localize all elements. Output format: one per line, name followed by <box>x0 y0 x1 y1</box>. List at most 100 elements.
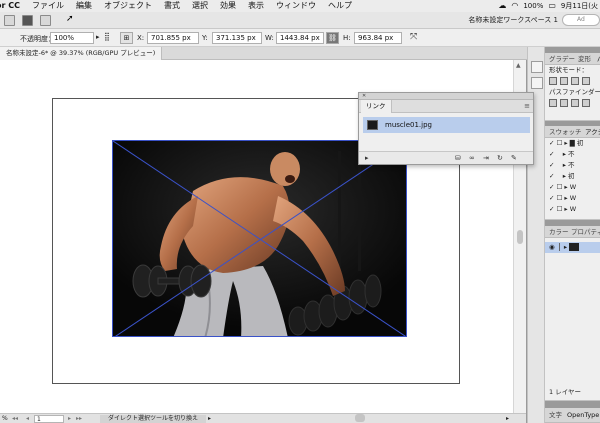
action-row[interactable]: ✓ ☐ ▸ W <box>545 204 600 215</box>
tab-opentype[interactable]: OpenType <box>567 408 599 423</box>
links-panel-titlebar[interactable]: ✕ <box>359 93 533 100</box>
go-to-link-icon[interactable]: ⇥ <box>483 152 489 165</box>
placed-image-muscle01[interactable] <box>112 140 407 337</box>
tab-character[interactable]: 文字 <box>549 408 562 423</box>
check-icon[interactable]: ✓ <box>549 150 554 158</box>
menu-help[interactable]: ヘルプ <box>322 0 358 12</box>
scroll-up-icon[interactable]: ▲ <box>516 62 521 69</box>
show-link-info-icon[interactable]: ▸ <box>365 152 369 165</box>
intersect-icon[interactable] <box>571 77 579 85</box>
checkbox-icon[interactable]: ☐ <box>557 194 563 202</box>
close-icon[interactable]: ✕ <box>362 93 366 100</box>
action-row[interactable]: ✓ ☐ ▸ W <box>545 182 600 193</box>
layer-row[interactable]: ◉ ▸ <box>545 242 600 253</box>
tab-properties[interactable]: プロパティ <box>571 226 600 238</box>
document-tab[interactable]: 名称未設定-6* @ 39.37% (RGB/GPU プレビュー) <box>0 47 163 60</box>
menu-bar: or CC ファイル 編集 オブジェクト 書式 選択 効果 表示 ウィンドウ ヘ… <box>0 0 600 12</box>
zoom-level[interactable]: % <box>2 415 8 423</box>
links-tab[interactable]: リンク <box>361 100 392 113</box>
checkbox-icon[interactable]: ☐ <box>557 205 563 213</box>
tab-actions[interactable]: アクシ <box>585 126 600 138</box>
menu-select[interactable]: 選択 <box>186 0 214 12</box>
checkbox-icon[interactable]: ☐ <box>557 183 563 191</box>
last-artboard-icon[interactable]: ▸▸ <box>76 415 82 423</box>
check-icon[interactable]: ✓ <box>549 161 554 169</box>
opacity-field[interactable]: 100% <box>50 32 94 44</box>
link-item[interactable]: muscle01.jpg <box>363 117 530 133</box>
check-icon[interactable]: ✓ <box>549 194 554 202</box>
links-panel[interactable]: ✕ リンク ≡ muscle01.jpg ▸ ⛁ ∞ ⇥ ↻ ✎ <box>358 92 534 165</box>
battery-icon[interactable]: ▭ <box>548 0 556 12</box>
opacity-dropdown-icon[interactable]: ▸ <box>96 33 100 41</box>
home-icon[interactable] <box>4 15 15 26</box>
relink-icon[interactable]: ∞ <box>469 152 475 165</box>
check-icon[interactable]: ✓ <box>549 183 554 191</box>
tab-transform[interactable]: 変形 <box>578 53 591 65</box>
bridge-icon[interactable] <box>22 15 33 26</box>
document-tab-bar: 名称未設定-6* @ 39.37% (RGB/GPU プレビュー) <box>0 47 528 60</box>
checkbox-icon[interactable]: ☐ <box>557 139 563 147</box>
tab-gradient[interactable]: グラデー <box>549 53 575 65</box>
tab-swatches[interactable]: スウォッチ <box>549 126 582 138</box>
x-field[interactable]: 701.855 px <box>147 32 199 44</box>
action-row[interactable]: ✓ ☐ ▸ ▇ 初 <box>545 138 600 149</box>
wifi-icon[interactable]: ◠ <box>511 0 518 12</box>
shape-mode-buttons <box>545 76 600 87</box>
status-arrow-icon[interactable]: ▸ <box>208 415 211 423</box>
workspace-switcher[interactable]: 名称未設定ワークスペース 1 <box>468 15 558 25</box>
creative-cloud-icon[interactable]: ☁ <box>498 0 506 12</box>
arrange-documents-icon[interactable] <box>40 15 51 26</box>
update-link-icon[interactable]: ↻ <box>497 152 503 165</box>
merge-icon[interactable] <box>571 99 579 107</box>
check-icon[interactable]: ✓ <box>549 172 554 180</box>
exclude-icon[interactable] <box>582 77 590 85</box>
action-row[interactable]: ✓ ☐ ▸ W <box>545 193 600 204</box>
tab-color[interactable]: カラー <box>549 226 569 238</box>
action-row[interactable]: ✓ ▸ 初 <box>545 171 600 182</box>
menu-file[interactable]: ファイル <box>26 0 70 12</box>
panel-icon-2[interactable] <box>531 77 543 89</box>
menu-effect[interactable]: 効果 <box>214 0 242 12</box>
constrain-proportions-icon[interactable]: ⛓ <box>326 32 339 44</box>
edit-original-icon[interactable]: ✎ <box>511 152 517 165</box>
search-adobe-stock-input[interactable]: Ad <box>562 14 600 26</box>
minus-front-icon[interactable] <box>560 77 568 85</box>
first-artboard-icon[interactable]: ◂◂ <box>12 415 18 423</box>
prev-artboard-icon[interactable]: ◂ <box>26 415 29 423</box>
align-icon[interactable]: ⣿ <box>104 32 110 41</box>
action-row[interactable]: ✓ ▸ 不 <box>545 160 600 171</box>
vertical-scroll-thumb[interactable] <box>517 230 523 244</box>
horizontal-scroll-thumb[interactable] <box>355 414 365 422</box>
embed-icon[interactable]: ⛁ <box>455 152 461 165</box>
expand-arrow-icon[interactable]: ▸ <box>564 243 567 251</box>
y-field[interactable]: 371.135 px <box>212 32 262 44</box>
unite-icon[interactable] <box>549 77 557 85</box>
trim-icon[interactable] <box>560 99 568 107</box>
menu-type[interactable]: 書式 <box>158 0 186 12</box>
panel-menu-icon[interactable]: ≡ <box>524 100 530 113</box>
check-icon[interactable]: ✓ <box>549 205 554 213</box>
clock[interactable]: 9月11日(火 <box>561 1 598 11</box>
crop-icon[interactable] <box>582 99 590 107</box>
libraries-icon[interactable] <box>531 61 543 73</box>
action-row[interactable]: ✓ ▸ 不 <box>545 149 600 160</box>
artboard-number-field[interactable]: 1 <box>34 415 64 423</box>
next-artboard-icon[interactable]: ▸ <box>68 415 71 423</box>
app-menu[interactable]: or CC <box>0 0 26 12</box>
menu-edit[interactable]: 編集 <box>70 0 98 12</box>
check-icon[interactable]: ✓ <box>549 139 554 147</box>
panel-tabs-actions: スウォッチ アクシ <box>545 126 600 138</box>
divide-icon[interactable] <box>549 99 557 107</box>
actions-panel: スウォッチ アクシ ✓ ☐ ▸ ▇ 初 ✓ ▸ 不 ✓ ▸ 不 ✓ ▸ 初 ✓ … <box>545 126 600 220</box>
w-field[interactable]: 1443.84 px <box>276 32 324 44</box>
scroll-right-icon[interactable]: ▸ <box>506 415 509 423</box>
menu-window[interactable]: ウィンドウ <box>270 0 322 12</box>
reference-point-icon[interactable]: ⊞ <box>120 32 133 44</box>
menu-object[interactable]: オブジェクト <box>98 0 158 12</box>
visibility-eye-icon[interactable]: ◉ <box>549 243 555 251</box>
status-tool-hint[interactable]: ダイレクト選択ツールを切り換え <box>100 415 206 423</box>
h-field[interactable]: 963.84 px <box>354 32 402 44</box>
gpu-performance-icon[interactable]: ➚ <box>66 14 74 24</box>
menu-view[interactable]: 表示 <box>242 0 270 12</box>
transform-icon[interactable]: ⤧ <box>410 32 417 42</box>
